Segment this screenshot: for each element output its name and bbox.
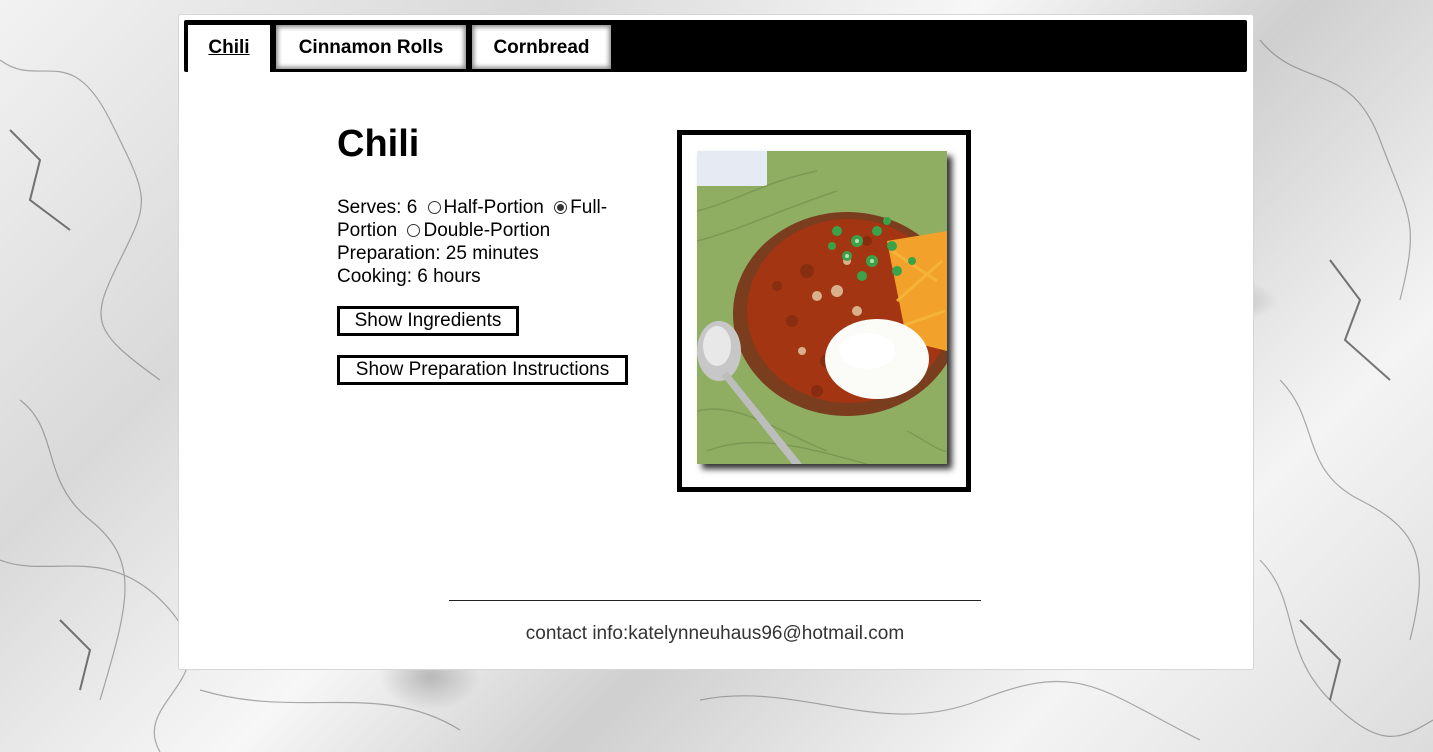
full-portion-radio[interactable]	[554, 201, 568, 214]
double-portion-radio[interactable]	[407, 224, 421, 237]
half-portion-radio[interactable]	[427, 201, 441, 214]
cooking-time: Cooking: 6 hours	[337, 266, 481, 287]
tab-cinnamon-rolls[interactable]: Cinnamon Rolls	[276, 25, 466, 69]
chili-photo	[697, 151, 947, 464]
tab-bar: Chili Cinnamon Rolls Cornbread	[184, 20, 1247, 73]
recipe-info: Serves: 6 Half-Portion Full-Portion Doub…	[337, 196, 637, 288]
serves-label: Serves: 6	[337, 197, 418, 218]
recipe-title: Chili	[337, 123, 420, 165]
tab-chili[interactable]: Chili	[188, 25, 270, 73]
footer-divider	[449, 600, 981, 601]
contact-info: contact info:katelynneuhaus96@hotmail.co…	[525, 623, 905, 644]
show-instructions-button[interactable]: Show Preparation Instructions	[337, 355, 628, 385]
main-card: Chili Cinnamon Rolls Cornbread Chili Ser…	[178, 14, 1254, 670]
preparation-time: Preparation: 25 minutes	[337, 243, 539, 264]
chili-image	[697, 151, 947, 464]
tab-cornbread[interactable]: Cornbread	[472, 25, 611, 69]
show-ingredients-button[interactable]: Show Ingredients	[337, 306, 519, 336]
half-portion-label[interactable]: Half-Portion	[444, 197, 544, 218]
photo-frame	[677, 130, 971, 492]
double-portion-label[interactable]: Double-Portion	[423, 220, 550, 241]
